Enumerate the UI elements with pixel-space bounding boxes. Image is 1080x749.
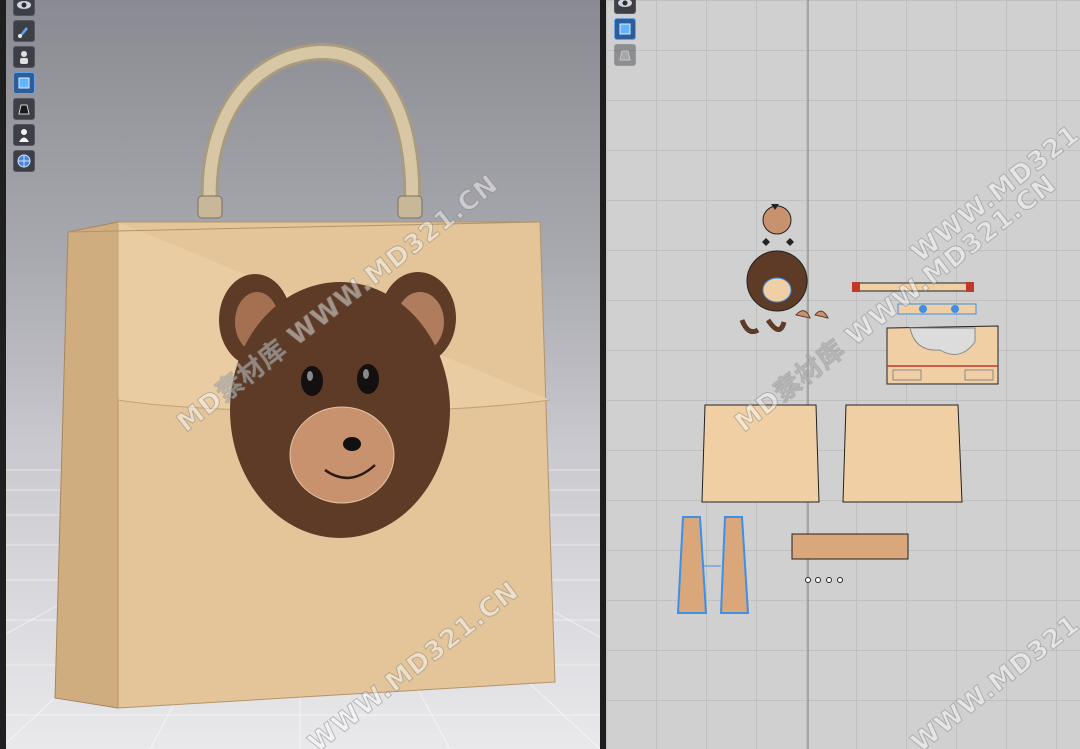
3d-toolbar: [13, 0, 35, 172]
silhouette-icon[interactable]: [13, 124, 35, 146]
2d-toolbar: [614, 0, 636, 66]
pattern-pieces-gusset[interactable]: [676, 516, 750, 614]
3d-scene: [0, 42, 600, 749]
garment-icon: [614, 44, 636, 66]
app-window: MD素材库 WWW.MD321.CN WWW.MD321.CN MD素材库 WW…: [0, 0, 1080, 749]
fabric-icon[interactable]: [614, 18, 636, 40]
pattern-canvas: [676, 0, 999, 749]
globe-icon[interactable]: [13, 150, 35, 172]
fabric-icon[interactable]: [13, 72, 35, 94]
pattern-piece-flap[interactable]: [886, 325, 999, 385]
viewport-edge: [0, 0, 6, 749]
2d-pattern-view[interactable]: MD素材库 WWW.MD321.CN WWW.MD321.CN WWW.MD32…: [606, 0, 1080, 749]
3d-viewport[interactable]: MD素材库 WWW.MD321.CN WWW.MD321.CN: [0, 0, 600, 749]
eye-icon[interactable]: [614, 0, 636, 14]
avatar-icon[interactable]: [13, 46, 35, 68]
pattern-piece-bottom[interactable]: [791, 533, 909, 583]
pattern-panel-front[interactable]: [701, 404, 820, 503]
eye-icon[interactable]: [13, 0, 35, 16]
pattern-pieces-strap[interactable]: [852, 282, 977, 315]
pattern-panel-back[interactable]: [842, 404, 963, 503]
garment-icon[interactable]: [13, 98, 35, 120]
brush-icon[interactable]: [13, 20, 35, 42]
pattern-pieces-bear[interactable]: [739, 204, 829, 335]
bag-handle: [197, 42, 423, 219]
